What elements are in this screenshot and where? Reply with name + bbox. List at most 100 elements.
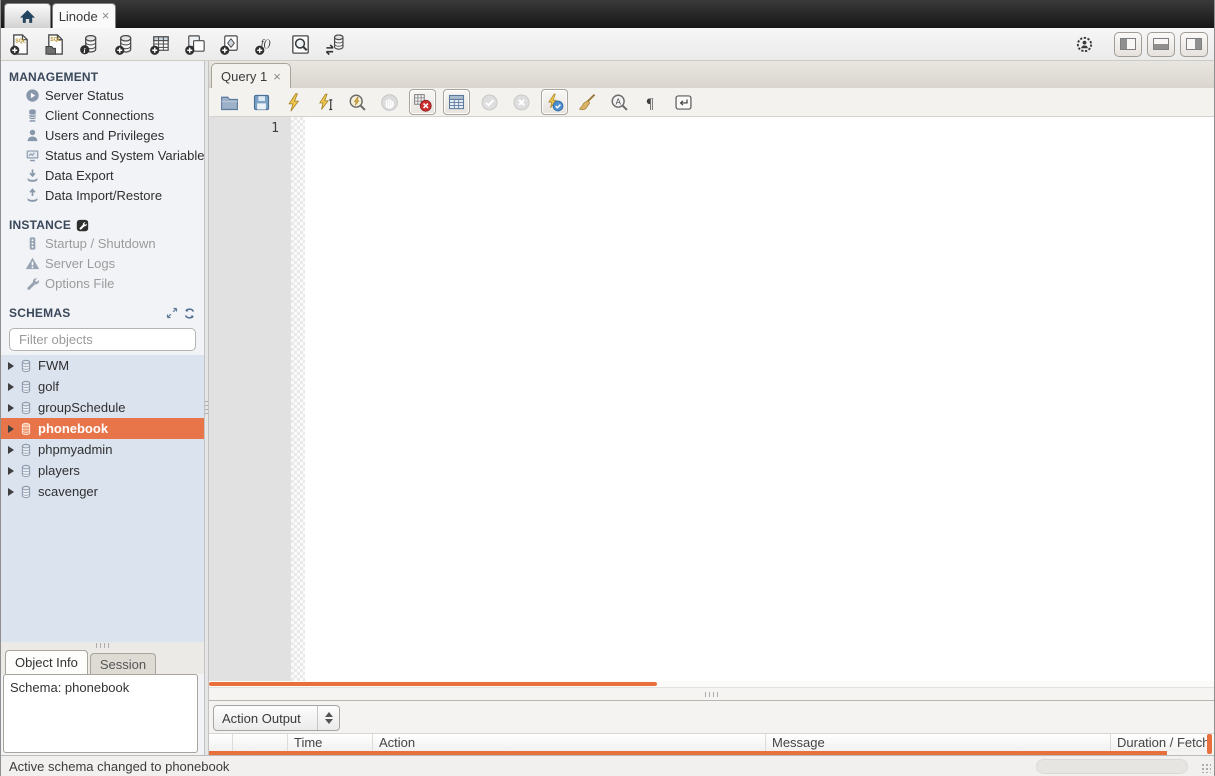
expander-icon[interactable] (8, 425, 14, 433)
data-import-icon (25, 188, 40, 203)
output-grid-header: Time Action Message Duration / Fetch (209, 733, 1214, 751)
create-function-button[interactable] (252, 31, 278, 57)
create-table-button[interactable] (147, 31, 173, 57)
sidebar-item-label: Data Import/Restore (45, 188, 162, 203)
save-button[interactable] (249, 90, 274, 115)
refresh-schemas-icon[interactable] (183, 307, 196, 320)
inspect-database-button[interactable] (77, 31, 103, 57)
tab-session[interactable]: Session (90, 653, 156, 674)
column-header-status[interactable] (209, 734, 233, 751)
create-view-icon (184, 33, 207, 56)
expander-icon[interactable] (8, 404, 14, 412)
sidebar-item-users-privileges[interactable]: Users and Privileges (1, 125, 204, 145)
schema-icon (19, 485, 33, 499)
sidebar-item-label: Client Connections (45, 108, 154, 123)
tab-object-info[interactable]: Object Info (5, 650, 88, 674)
new-sql-tab-button[interactable] (7, 31, 33, 57)
sidebar-item-label: Startup / Shutdown (45, 236, 156, 251)
search-table-data-button[interactable] (287, 31, 313, 57)
sidebar-item-client-connections[interactable]: Client Connections (1, 105, 204, 125)
column-header-index[interactable] (233, 734, 288, 751)
expander-icon[interactable] (8, 488, 14, 496)
column-header-action[interactable]: Action (373, 734, 766, 751)
toggle-left-panel-button[interactable] (1114, 32, 1142, 57)
sidebar-bottom-splitter[interactable] (1, 642, 204, 649)
execute-current-icon (315, 92, 336, 113)
output-vscrollbar-thumb[interactable] (1207, 734, 1212, 754)
schema-name: FWM (38, 358, 69, 373)
schema-icon (19, 380, 33, 394)
sidebar-item-data-import[interactable]: Data Import/Restore (1, 185, 204, 205)
connection-tab-linode[interactable]: Linode × (52, 3, 116, 28)
create-procedure-button[interactable] (217, 31, 243, 57)
execute-button[interactable] (281, 90, 306, 115)
toggle-autocommit-button[interactable] (541, 89, 568, 115)
explain-button[interactable] (345, 90, 370, 115)
schema-row-groupschedule[interactable]: groupSchedule (1, 397, 204, 418)
schema-name: phpmyadmin (38, 442, 112, 457)
limit-rows-icon (446, 92, 467, 113)
expander-icon[interactable] (8, 467, 14, 475)
home-tab[interactable] (4, 3, 51, 28)
sidebar-item-system-variables[interactable]: Status and System Variables (1, 145, 204, 165)
schema-row-phpmyadmin[interactable]: phpmyadmin (1, 439, 204, 460)
expander-icon[interactable] (8, 383, 14, 391)
expand-panel-icon[interactable] (166, 307, 178, 319)
splitter-grip-icon (205, 401, 208, 415)
schema-row-golf[interactable]: golf (1, 376, 204, 397)
create-schema-button[interactable] (112, 31, 138, 57)
close-query-tab-icon[interactable]: × (273, 69, 281, 84)
sql-editor-input[interactable] (305, 117, 1214, 681)
column-header-message[interactable]: Message (766, 734, 1111, 751)
column-header-time[interactable]: Time (288, 734, 373, 751)
reconnect-dbms-button[interactable] (322, 31, 348, 57)
editor-output-splitter[interactable] (209, 687, 1214, 701)
show-invisibles-button[interactable] (639, 90, 664, 115)
expander-icon[interactable] (8, 446, 14, 454)
window-resize-grip-icon[interactable] (1201, 763, 1211, 773)
execute-current-button[interactable] (313, 90, 338, 115)
create-view-button[interactable] (182, 31, 208, 57)
schema-list: FWM golf groupSchedule phonebook (1, 355, 204, 642)
navigator-sidebar: MANAGEMENT Server Status Client Connecti… (1, 61, 204, 755)
sidebar-item-data-export[interactable]: Data Export (1, 165, 204, 185)
rollback-icon (511, 92, 532, 113)
schema-row-phonebook[interactable]: phonebook (1, 418, 204, 439)
sidebar-item-label: Options File (45, 276, 114, 291)
expander-icon[interactable] (8, 362, 14, 370)
column-header-duration-fetch[interactable]: Duration / Fetch (1111, 734, 1214, 751)
toggle-right-panel-button[interactable] (1180, 32, 1208, 57)
connection-tab-label: Linode (59, 9, 98, 24)
sidebar-item-startup-shutdown[interactable]: Startup / Shutdown (1, 233, 204, 253)
schema-name: golf (38, 379, 59, 394)
schema-row-fwm[interactable]: FWM (1, 355, 204, 376)
selector-spinner-icon[interactable] (317, 706, 339, 730)
query-tab-label: Query 1 (221, 69, 267, 84)
startup-shutdown-icon (25, 236, 40, 251)
close-connection-tab-icon[interactable]: × (102, 11, 110, 21)
sidebar-item-options-file[interactable]: Options File (1, 273, 204, 293)
schema-filter-input[interactable] (19, 332, 195, 347)
toggle-stop-on-error-button[interactable] (409, 89, 436, 115)
wrap-text-button[interactable] (671, 90, 696, 115)
system-variables-icon (25, 148, 40, 163)
open-file-button[interactable] (217, 90, 242, 115)
preferences-button[interactable] (1073, 33, 1095, 55)
schema-row-scavenger[interactable]: scavenger (1, 481, 204, 502)
sidebar-item-server-status[interactable]: Server Status (1, 85, 204, 105)
toggle-stop-on-error-icon (412, 92, 433, 113)
open-sql-script-button[interactable] (42, 31, 68, 57)
tab-query-1[interactable]: Query 1 × (211, 63, 291, 88)
beautify-button[interactable] (575, 90, 600, 115)
schema-row-players[interactable]: players (1, 460, 204, 481)
editor-hscrollbar[interactable] (209, 681, 1214, 687)
sidebar-item-server-logs[interactable]: Server Logs (1, 253, 204, 273)
schema-icon (19, 359, 33, 373)
find-icon (609, 92, 630, 113)
output-view-selector[interactable]: Action Output (213, 705, 340, 731)
limit-rows-button[interactable] (443, 89, 470, 115)
toggle-bottom-panel-button[interactable] (1147, 32, 1175, 57)
sidebar-item-label: Server Status (45, 88, 124, 103)
find-button[interactable] (607, 90, 632, 115)
editor-hscrollbar-thumb[interactable] (209, 682, 657, 686)
